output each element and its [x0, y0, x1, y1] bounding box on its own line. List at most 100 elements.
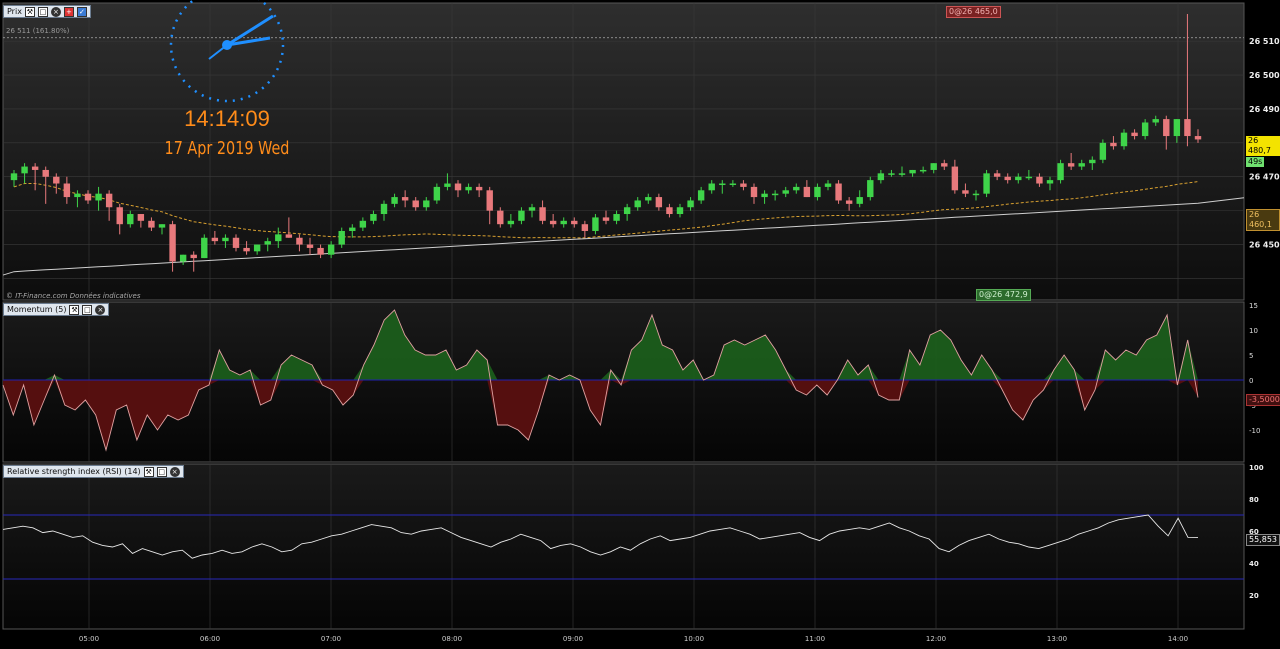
countdown-tag: 49s	[1246, 157, 1265, 167]
candle-body	[793, 186, 800, 191]
candle-body	[1131, 132, 1138, 137]
rsi-value-tag: 55,853	[1246, 534, 1280, 546]
candle-body	[1141, 122, 1149, 137]
candle-body	[845, 200, 853, 204]
candle-body	[317, 247, 324, 255]
momentum-value-tag: -3,5000	[1246, 394, 1280, 406]
candle-body	[655, 197, 663, 208]
candle-body	[275, 234, 282, 242]
candle-body	[116, 207, 123, 225]
marker-high-tag: 0@26 465,0	[946, 6, 1001, 18]
candle-body	[972, 193, 980, 196]
price-panel-title: Prix	[7, 7, 22, 16]
momentum-panel-title: Momentum (5)	[7, 305, 67, 314]
candle-body	[475, 186, 483, 191]
rsi-tick-label: 40	[1249, 560, 1259, 568]
time-tick-label: 12:00	[926, 635, 946, 643]
price-tick-label: 26 470	[1249, 173, 1280, 182]
candle-body	[613, 214, 620, 221]
candle-body	[423, 200, 430, 208]
candle-body	[444, 183, 451, 187]
rsi-tick-label: 80	[1249, 496, 1259, 504]
candle-body	[63, 183, 71, 198]
last-price-tag: 26 480,7	[1246, 136, 1280, 156]
wrench-icon[interactable]: ⚒	[69, 304, 80, 315]
close-icon[interactable]: ×	[50, 6, 61, 17]
rsi-panel-header: Relative strength index (RSI) (14) ⚒ □ ×	[3, 465, 184, 478]
candle-body	[42, 169, 49, 177]
maximize-icon[interactable]: □	[82, 304, 93, 315]
clock-time: 14:14:09	[184, 106, 270, 131]
candle-body	[53, 176, 60, 184]
candle-body	[666, 207, 673, 215]
candle-body	[539, 207, 546, 221]
time-tick-label: 06:00	[200, 635, 220, 643]
candle-body	[306, 244, 314, 248]
candle-body	[497, 210, 504, 225]
candle-body	[179, 254, 187, 262]
add-indicator-icon[interactable]: +	[63, 6, 74, 17]
candle-body	[338, 230, 345, 245]
marker-low-tag: 0@26 472,9	[976, 289, 1031, 301]
momentum-tick-label: 10	[1249, 327, 1258, 335]
candle-body	[412, 200, 419, 208]
candle-body	[380, 203, 388, 215]
candle-body	[465, 186, 472, 191]
candle-body	[253, 244, 261, 252]
candle-body	[148, 220, 155, 228]
candle-body	[1163, 119, 1170, 137]
candle-body	[1004, 176, 1011, 181]
candle-body	[729, 183, 737, 186]
time-tick-label: 07:00	[321, 635, 341, 643]
candle-body	[105, 193, 113, 208]
candle-body	[1184, 119, 1191, 137]
wrench-icon[interactable]: ⚒	[24, 6, 35, 17]
candle-body	[824, 183, 832, 187]
candle-body	[1110, 142, 1117, 147]
candle-body	[919, 169, 927, 172]
rsi-tick-label: 20	[1249, 592, 1259, 600]
candle-body	[1036, 176, 1043, 184]
candle-body	[1046, 180, 1054, 184]
candle-body	[623, 207, 631, 215]
candle-body	[201, 237, 208, 259]
candle-body	[1120, 132, 1128, 147]
candle-body	[1194, 136, 1202, 140]
candle-body	[888, 173, 895, 175]
price-tick-label: 26 500	[1249, 71, 1280, 80]
candle-body	[803, 186, 811, 198]
fib-label: 26 511 (161.80%)	[6, 27, 70, 35]
candle-body	[1173, 119, 1181, 137]
candle-body	[697, 190, 705, 201]
rsi-panel[interactable]	[2, 463, 1245, 630]
candle-body	[486, 190, 493, 211]
candle-body	[761, 193, 768, 198]
ma-value-tag: 26 460,1	[1246, 209, 1280, 231]
candle-body	[877, 173, 885, 181]
settings-icon[interactable]: ✓	[76, 6, 87, 17]
maximize-icon[interactable]: □	[156, 466, 167, 477]
candle-body	[1078, 163, 1085, 167]
close-icon[interactable]: ×	[169, 466, 180, 477]
candle-body	[401, 197, 409, 201]
time-tick-label: 09:00	[563, 635, 583, 643]
time-tick-label: 11:00	[805, 635, 825, 643]
price-tick-label: 26 450	[1249, 241, 1280, 250]
candle-body	[264, 241, 271, 245]
candle-body	[687, 200, 694, 208]
maximize-icon[interactable]: □	[37, 6, 48, 17]
candle-body	[645, 197, 652, 201]
candle-body	[127, 214, 134, 225]
candle-body	[581, 224, 589, 231]
candle-body	[285, 234, 293, 238]
momentum-panel-header: Momentum (5) ⚒ □ ×	[3, 303, 110, 316]
candle-body	[771, 193, 779, 196]
chart-canvas[interactable]: 05:00 06:00 07:00 08:00 09:00 10:00 11:00 12:00…	[0, 0, 1280, 649]
candle-body	[993, 173, 1001, 177]
candle-body	[719, 183, 726, 186]
close-icon[interactable]: ×	[95, 304, 106, 315]
candle-body	[95, 193, 102, 201]
price-tick-label: 26 490	[1249, 105, 1280, 114]
rsi-tick-label: 100	[1249, 464, 1264, 472]
wrench-icon[interactable]: ⚒	[143, 466, 154, 477]
